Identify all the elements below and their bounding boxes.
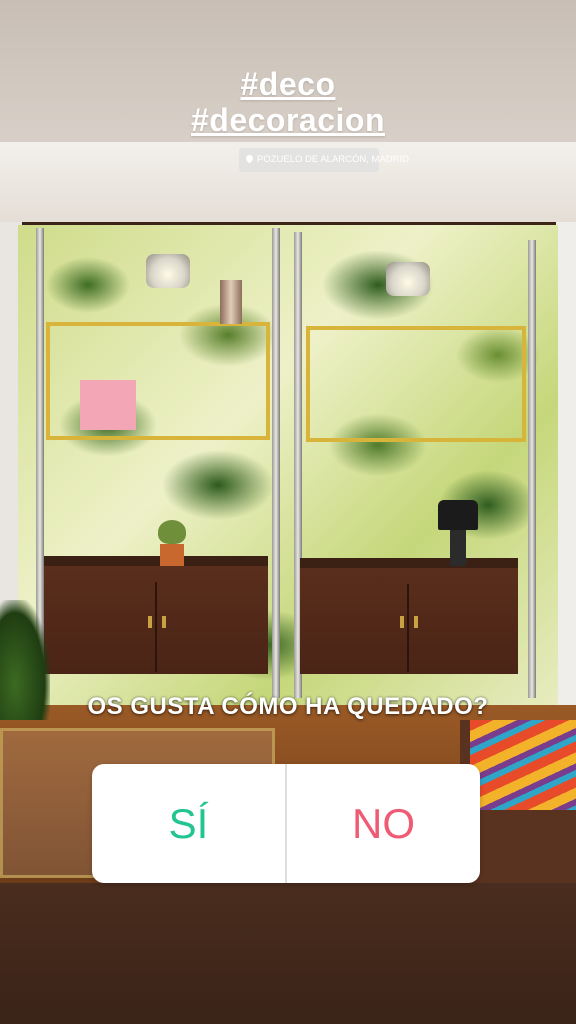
cactus-plant — [158, 520, 186, 544]
hashtag-text: #decoracion — [190, 102, 385, 138]
poll-sticker: SÍ NO — [92, 764, 480, 883]
hashtag-sticker-decoracion[interactable]: #decoracion — [0, 102, 576, 138]
location-pin-icon — [244, 153, 255, 164]
poll-option-no[interactable]: NO — [287, 764, 480, 883]
wooden-cabinet-right — [300, 558, 518, 674]
striped-blanket — [470, 720, 576, 810]
hashtag-text: #deco — [240, 66, 336, 102]
terracotta-pot — [160, 544, 184, 566]
black-lamp — [438, 500, 478, 530]
photo-bottom-band — [0, 883, 576, 1024]
copper-vase — [220, 280, 242, 324]
spotlight-lamp — [386, 262, 430, 296]
cabinet-knob — [148, 616, 152, 628]
spotlight-lamp — [146, 254, 190, 288]
lamp-base — [450, 530, 466, 566]
location-sticker[interactable]: POZUELO DE ALARCÓN, MADRID — [239, 148, 409, 172]
right-wall — [556, 222, 576, 742]
gold-shelf-right — [306, 326, 526, 442]
cabinet-door-line — [407, 584, 409, 672]
cabinet-knob — [414, 616, 418, 628]
hashtag-sticker-deco[interactable]: #deco — [0, 66, 576, 102]
shelf-post — [528, 240, 536, 698]
cabinet-door-line — [155, 582, 157, 672]
story-canvas: #deco #decoracion POZUELO DE ALARCÓN, MA… — [0, 0, 576, 1024]
poll-question: OS GUSTA CÓMO HA QUEDADO? — [87, 693, 489, 720]
cabinet-knob — [162, 616, 166, 628]
poll-option-yes[interactable]: SÍ — [92, 764, 285, 883]
cabinet-knob — [400, 616, 404, 628]
location-text: POZUELO DE ALARCÓN, MADRID — [257, 154, 410, 165]
shelf-post — [272, 228, 280, 698]
pink-box-bottles — [80, 380, 136, 430]
